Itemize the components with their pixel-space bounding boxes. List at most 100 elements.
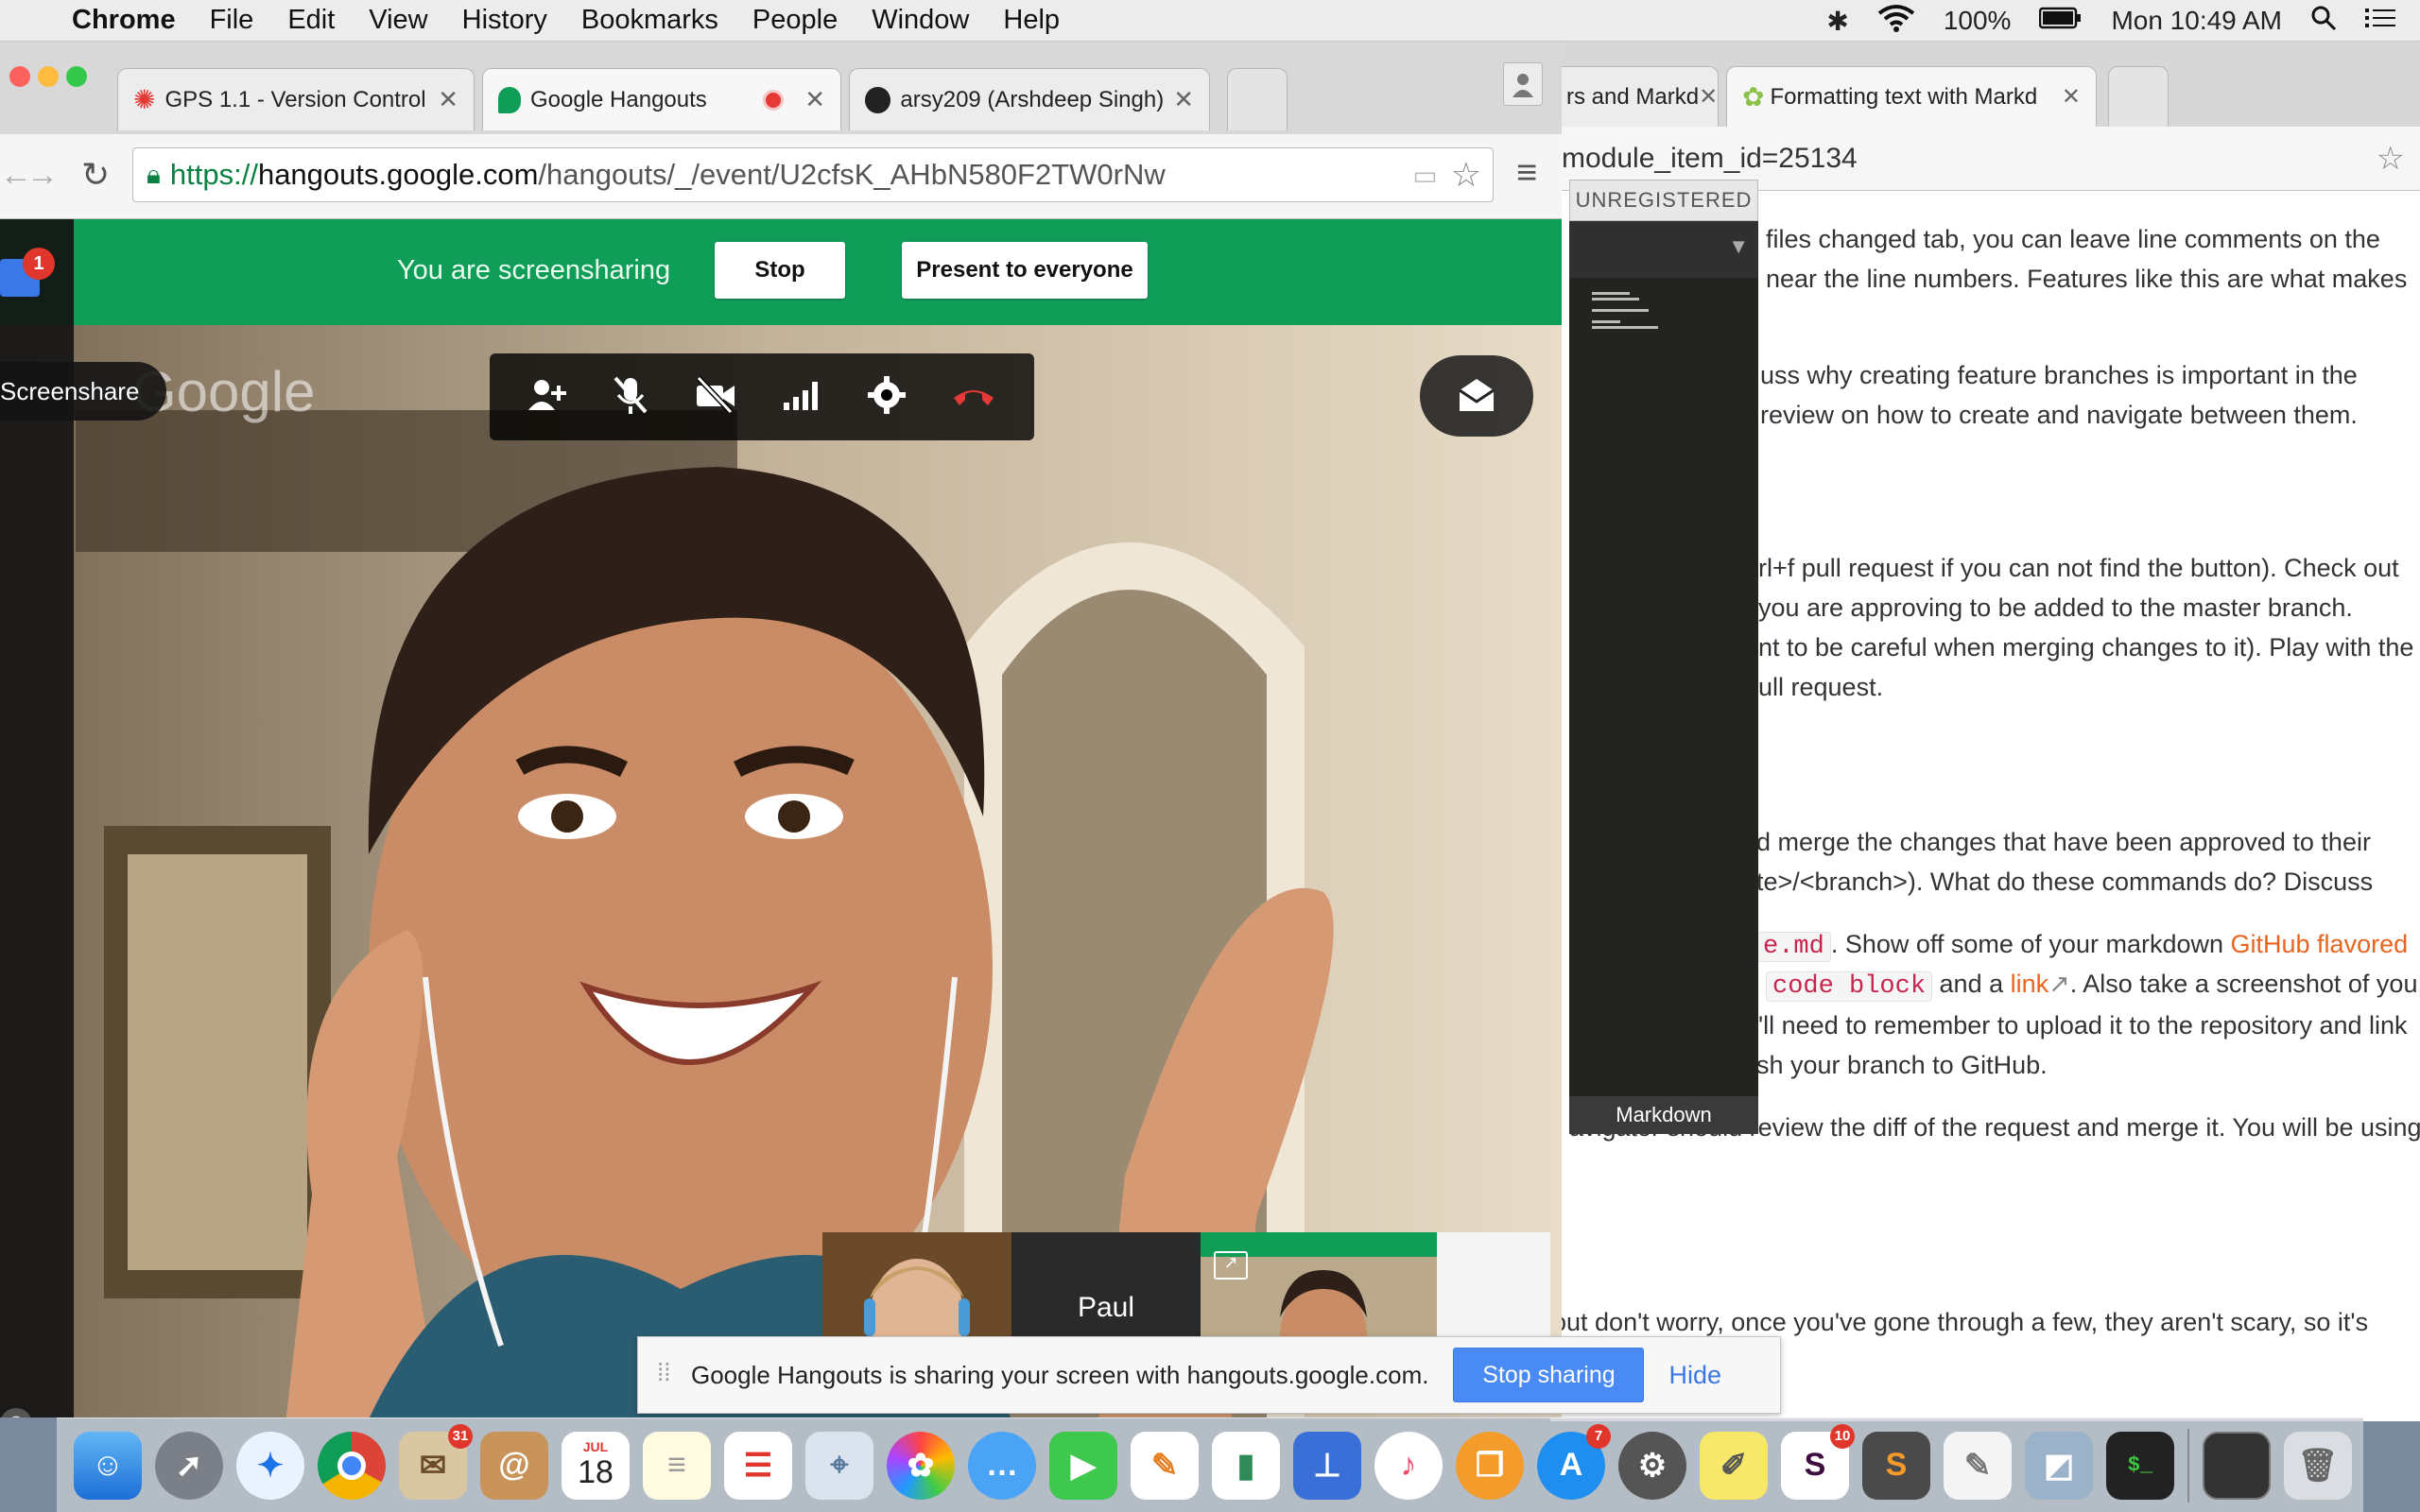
hangouts-browser-window: ✺ GPS 1.1 - Version Control a ✕ Google H… [0, 42, 1562, 1418]
zoom-window-button[interactable] [66, 66, 87, 87]
photos-flower-icon[interactable]: ✿ [887, 1431, 955, 1500]
close-icon[interactable]: ✕ [1699, 83, 1718, 111]
settings-gear-icon[interactable] [867, 375, 907, 420]
menu-history[interactable]: History [445, 5, 564, 36]
new-tab-button[interactable] [2108, 66, 2169, 127]
tab-google-hangouts[interactable]: Google Hangouts ✕ [482, 68, 841, 130]
doc-line: sh your branch to GitHub. [1756, 1051, 2048, 1079]
notification-center-icon[interactable] [2365, 6, 2395, 36]
address-bar[interactable]: 🔒︎ https://hangouts.google.com/hangouts/… [132, 147, 1494, 202]
minimap[interactable] [1588, 288, 1692, 402]
minimize-window-button[interactable] [38, 66, 59, 87]
star-icon[interactable]: ☆ [1451, 155, 1481, 195]
dock-separator [2187, 1428, 2189, 1503]
preview-icon[interactable]: ◩ [2025, 1431, 2093, 1500]
contacts-icon[interactable]: @ [480, 1431, 548, 1500]
battery-icon[interactable] [2039, 6, 2083, 36]
right-tab-markdown[interactable]: rs and Markd ✕ [1550, 66, 1719, 127]
tab-gps[interactable]: ✺ GPS 1.1 - Version Control a ✕ [117, 68, 475, 130]
dropdown-arrow-icon[interactable]: ▼ [1728, 234, 1749, 259]
trash-icon[interactable]: 🗑︎ [2284, 1431, 2352, 1500]
bluetooth-icon[interactable]: ✱ [1826, 6, 1848, 37]
hide-link[interactable]: Hide [1668, 1361, 1721, 1390]
add-person-icon[interactable] [527, 376, 568, 419]
maps-icon[interactable]: ⌖ [805, 1431, 873, 1500]
chat-toggle-button[interactable] [1420, 355, 1533, 437]
forward-icon[interactable]: → [26, 157, 59, 194]
notes-icon[interactable]: ≡ [643, 1431, 711, 1500]
app-store-icon[interactable]: A7 [1537, 1423, 1611, 1500]
recording-indicator-icon [763, 89, 785, 111]
lock-icon: 🔒︎ [147, 159, 161, 189]
star-icon[interactable]: ☆ [2377, 140, 2405, 178]
numbers-chart-icon[interactable]: ▮ [1212, 1431, 1280, 1500]
new-tab-button[interactable] [1227, 68, 1288, 130]
menu-bookmarks[interactable]: Bookmarks [564, 5, 735, 36]
chrome-icon[interactable] [318, 1431, 386, 1500]
menu-app-name[interactable]: Chrome [55, 5, 193, 36]
textedit-icon[interactable]: ✎ [1944, 1431, 2012, 1500]
doc-line: d merge the changes that have been appro… [1756, 828, 2371, 856]
launchpad-rocket-icon[interactable]: ➚ [155, 1431, 223, 1500]
stickies-icon[interactable]: ✐ [1700, 1431, 1768, 1500]
popout-icon[interactable]: ↗ [1214, 1251, 1248, 1280]
menu-hamburger-icon[interactable]: ≡ [1516, 153, 1537, 194]
pages-icon[interactable]: ✎ [1131, 1431, 1199, 1500]
stop-sharing-button[interactable]: Stop sharing [1453, 1348, 1645, 1402]
spotlight-search-icon[interactable] [2310, 5, 2337, 38]
calendar-icon[interactable]: JUL 18 [562, 1431, 630, 1500]
ibooks-icon[interactable]: ❐ [1456, 1431, 1524, 1500]
tab-github-profile[interactable]: arsy209 (Arshdeep Singh) ✕ [849, 68, 1210, 130]
menu-view[interactable]: View [352, 5, 444, 36]
gear-favicon-icon: ✿ [1742, 82, 1765, 112]
menu-edit[interactable]: Edit [270, 5, 352, 36]
right-tab-formatting[interactable]: ✿ Formatting text with Markd ✕ [1726, 66, 2097, 127]
facetime-icon[interactable]: ▶ [1049, 1431, 1117, 1500]
menu-window[interactable]: Window [855, 5, 986, 36]
mute-microphone-icon[interactable] [612, 374, 649, 421]
profile-avatar-icon[interactable] [1503, 62, 1543, 106]
slack-icon[interactable]: S 10 [1781, 1423, 1855, 1500]
camera-blocked-icon[interactable]: ▭ [1412, 160, 1437, 191]
minimized-window-thumbnail[interactable] [2203, 1431, 2271, 1500]
help-icon[interactable]: ? [0, 1408, 32, 1418]
present-to-everyone-button[interactable]: Present to everyone [902, 242, 1148, 299]
hangouts-favicon-icon [498, 86, 521, 113]
right-tabstrip: rs and Markd ✕ ✿ Formatting text with Ma… [1550, 42, 2420, 134]
hang-up-icon[interactable] [950, 381, 997, 414]
camera-off-icon[interactable] [693, 375, 738, 419]
tab-title: arsy209 (Arshdeep Singh) [900, 86, 1165, 112]
messages-icon[interactable]: … [968, 1431, 1036, 1500]
doc-line: near the line numbers. Features like thi… [1766, 265, 2408, 293]
github-favicon-icon [865, 86, 891, 113]
wifi-icon[interactable] [1877, 4, 1915, 39]
link[interactable]: link [2011, 970, 2049, 998]
reload-icon[interactable]: ↻ [81, 155, 110, 195]
menu-people[interactable]: People [735, 5, 855, 36]
system-preferences-gear-icon[interactable]: ⚙ [1618, 1431, 1686, 1500]
sublime-text-icon[interactable]: S [1862, 1431, 1930, 1500]
clock[interactable]: Mon 10:49 AM [2111, 6, 2282, 36]
close-icon[interactable]: ✕ [438, 85, 458, 114]
keynote-icon[interactable]: ⊥ [1293, 1431, 1361, 1500]
syntax-status[interactable]: Markdown [1569, 1096, 1758, 1134]
safari-compass-icon[interactable]: ✦ [236, 1431, 304, 1500]
close-icon[interactable]: ✕ [804, 85, 825, 114]
menu-file[interactable]: File [193, 5, 271, 36]
drag-handle-icon[interactable]: ⁞⁞ [657, 1358, 670, 1387]
mail-stamp-icon[interactable]: ✉ 31 [399, 1423, 473, 1500]
close-window-button[interactable] [9, 66, 30, 87]
reminders-icon[interactable]: ☰ [724, 1431, 792, 1500]
close-icon[interactable]: ✕ [1173, 85, 1194, 114]
url-host: hangouts.google.com [257, 158, 539, 191]
finder-icon[interactable]: ☺ [74, 1431, 142, 1500]
bandwidth-signal-icon[interactable] [782, 378, 823, 417]
inline-code: code block [1766, 971, 1933, 1002]
terminal-icon[interactable]: $_ [2106, 1431, 2174, 1500]
close-icon[interactable]: ✕ [2062, 83, 2081, 111]
screenshare-toggle[interactable]: Screenshare [0, 362, 166, 421]
itunes-music-icon[interactable]: ♪ [1374, 1431, 1443, 1500]
menu-help[interactable]: Help [986, 5, 1077, 36]
github-flavored-link[interactable]: GitHub flavored [2231, 930, 2409, 958]
stop-screenshare-button[interactable]: Stop [715, 242, 845, 299]
